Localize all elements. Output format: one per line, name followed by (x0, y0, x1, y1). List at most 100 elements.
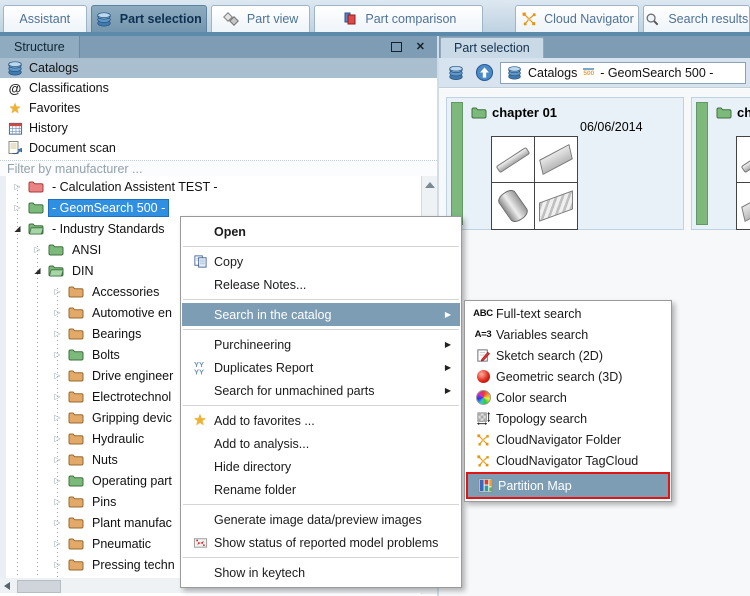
part-thumbnail[interactable] (492, 183, 535, 229)
part-thumbnail[interactable] (492, 137, 535, 183)
folder-tan-icon (68, 496, 84, 508)
menu-item-model-problems-status[interactable]: Show status of reported model problems (182, 531, 460, 554)
float-window-icon[interactable] (390, 42, 402, 52)
folder-tan-icon (68, 517, 84, 529)
expander-collapsed-icon[interactable]: ▷ (52, 413, 63, 422)
tab-part-selection-panel[interactable]: Part selection (440, 37, 544, 58)
expander-collapsed-icon[interactable]: ▷ (52, 287, 63, 296)
submenu-item-variables-search[interactable]: A=3 Variables search (466, 324, 670, 345)
menu-item-search-in-catalog[interactable]: Search in the catalog ▶ (182, 303, 460, 326)
part-thumbnail[interactable] (737, 183, 750, 229)
tab-assistant[interactable]: Assistant (3, 5, 87, 32)
menu-item-purchineering[interactable]: Purchineering ▶ (182, 333, 460, 356)
menu-item-search-unmachined[interactable]: Search for unmachined parts ▶ (182, 379, 460, 402)
chapter-card[interactable]: chapt (691, 97, 750, 230)
tab-cloud-navigator[interactable]: Cloud Navigator (515, 5, 639, 32)
tree-item-geomsearch-500[interactable]: ▷ - GeomSearch 500 - (0, 197, 421, 218)
filter-by-manufacturer[interactable]: Filter by manufacturer ... (0, 160, 437, 176)
context-menu: Open Copy Release Notes... Search in the… (180, 216, 462, 588)
submenu-item-partition-map[interactable]: Partition Map (466, 472, 670, 499)
menu-item-rename-folder[interactable]: Rename folder (182, 478, 460, 501)
folder-tan-icon (68, 286, 84, 298)
tab-part-selection[interactable]: Part selection (90, 5, 207, 32)
expander-collapsed-icon[interactable]: ▷ (52, 392, 63, 401)
menu-item-release-notes[interactable]: Release Notes... (182, 273, 460, 296)
scroll-left-icon[interactable] (4, 582, 10, 590)
menu-item-add-favorites[interactable]: ★ Add to favorites ... (182, 409, 460, 432)
expander-collapsed-icon[interactable]: ▷ (52, 308, 63, 317)
list-item-favorites[interactable]: ★ Favorites (0, 98, 437, 118)
expander-collapsed-icon[interactable]: ▷ (52, 434, 63, 443)
submenu-item-fulltext-search[interactable]: ABC Full-text search (466, 303, 670, 324)
list-item-catalogs[interactable]: Catalogs (0, 58, 437, 78)
expander-collapsed-icon[interactable]: ▷ (52, 539, 63, 548)
expander-collapsed-icon[interactable]: ▷ (52, 329, 63, 338)
expander-collapsed-icon[interactable]: ▷ (12, 203, 23, 212)
tree-item-calculation-assistent[interactable]: ▷ - Calculation Assistent TEST - (0, 176, 421, 197)
expander-expanded-icon[interactable]: ◢ (32, 266, 43, 275)
color-wheel-icon (470, 390, 496, 405)
folder-green-icon (48, 244, 64, 256)
submenu-item-sketch-search[interactable]: Sketch search (2D) (466, 345, 670, 366)
list-item-document-scan[interactable]: Document scan (0, 138, 437, 158)
chapter-date: 06/06/2014 (580, 120, 643, 134)
chapter-card-green-bar (451, 102, 463, 225)
tab-search-results[interactable]: Search results (642, 5, 750, 32)
submenu-item-cloudnavigator-folder[interactable]: CloudNavigator Folder (466, 429, 670, 450)
menu-item-add-analysis[interactable]: Add to analysis... (182, 432, 460, 455)
submenu-arrow-icon: ▶ (444, 310, 451, 319)
catalog-icon (507, 65, 522, 81)
expander-collapsed-icon[interactable]: ▷ (52, 497, 63, 506)
chapter-title: chapt (737, 105, 750, 120)
menu-item-open[interactable]: Open (182, 220, 460, 243)
main-tab-bar: Assistant Part selection Part view Part … (0, 0, 750, 32)
catalogs-home-button[interactable] (444, 61, 468, 85)
favorites-star-icon: ★ (193, 412, 207, 429)
chapter-card[interactable]: chapter 01 06/06/2014 (446, 97, 684, 230)
chapter-title: chapter 01 (492, 105, 558, 120)
part-thumbnail[interactable] (534, 137, 577, 183)
menu-item-copy[interactable]: Copy (182, 250, 460, 273)
breadcrumb-current[interactable]: - GeomSearch 500 - (600, 66, 713, 80)
expander-collapsed-icon[interactable]: ▷ (52, 350, 63, 359)
folder-green-icon (716, 107, 732, 119)
folder-open-green-icon (48, 265, 64, 277)
duplicates-icon: YY YY (186, 360, 214, 375)
part-thumbnail-grid[interactable] (491, 136, 578, 230)
expander-collapsed-icon[interactable]: ▷ (12, 182, 23, 191)
scroll-up-icon[interactable] (425, 182, 435, 188)
submenu-item-color-search[interactable]: Color search (466, 387, 670, 408)
menu-separator (183, 405, 459, 406)
submenu-item-cloudnavigator-tagcloud[interactable]: CloudNavigator TagCloud (466, 450, 670, 471)
part-thumbnail[interactable] (737, 137, 750, 183)
expander-collapsed-icon[interactable]: ▷ (32, 245, 43, 254)
breadcrumb-root[interactable]: Catalogs (528, 66, 577, 80)
expander-collapsed-icon[interactable]: ▷ (52, 518, 63, 527)
folder-green-icon (68, 475, 84, 487)
folder-tan-icon (68, 433, 84, 445)
tab-structure[interactable]: Structure (0, 36, 80, 58)
expander-expanded-icon[interactable]: ◢ (12, 224, 23, 233)
submenu-item-topology-search[interactable]: Topology search (466, 408, 670, 429)
menu-item-generate-images[interactable]: Generate image data/preview images (182, 508, 460, 531)
tab-part-comparison[interactable]: Part comparison (314, 5, 484, 32)
navigate-up-button[interactable] (472, 61, 496, 85)
menu-item-duplicates-report[interactable]: YY YY Duplicates Report ▶ (182, 356, 460, 379)
breadcrumb[interactable]: Catalogs 500 - GeomSearch 500 - (500, 61, 746, 84)
menu-item-hide-directory[interactable]: Hide directory (182, 455, 460, 478)
menu-item-show-keytech[interactable]: Show in keytech (182, 561, 460, 584)
close-icon[interactable]: ✕ (416, 41, 425, 53)
expander-collapsed-icon[interactable]: ▷ (52, 476, 63, 485)
part-thumbnail[interactable] (535, 183, 578, 229)
list-item-classifications[interactable]: @ Classifications (0, 78, 437, 98)
expander-collapsed-icon[interactable]: ▷ (52, 560, 63, 569)
catalog-icon (448, 65, 464, 81)
submenu-item-geometric-search[interactable]: Geometric search (3D) (466, 366, 670, 387)
tab-part-view[interactable]: Part view (210, 5, 311, 32)
expander-collapsed-icon[interactable]: ▷ (52, 455, 63, 464)
expander-collapsed-icon[interactable]: ▷ (52, 371, 63, 380)
scrollbar-thumb[interactable] (17, 580, 61, 593)
part-thumbnail-grid[interactable] (736, 136, 750, 230)
folder-green-icon (68, 349, 84, 361)
list-item-history[interactable]: History (0, 118, 437, 138)
